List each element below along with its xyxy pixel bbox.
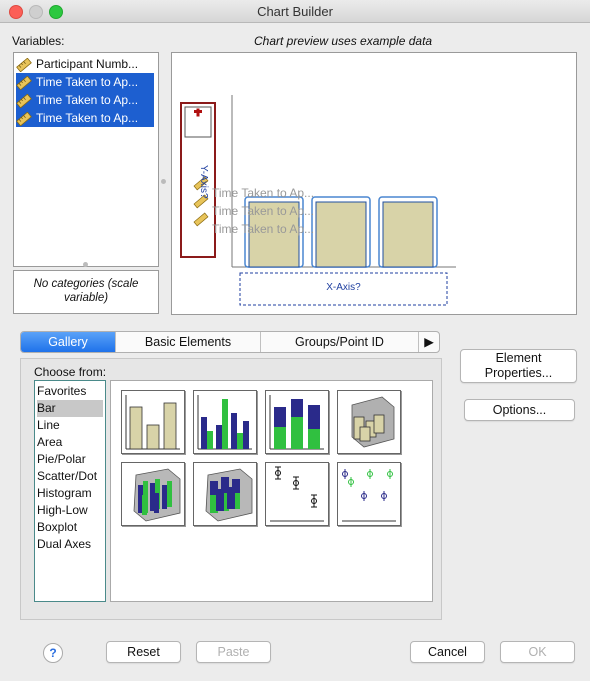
chart-type-item[interactable]: Favorites [37, 383, 103, 400]
paste-button[interactable]: Paste [196, 641, 271, 663]
tab-groups-point-id[interactable]: Groups/Point ID [261, 332, 419, 352]
preview-header: Chart preview uses example data [254, 34, 433, 48]
chart-type-item[interactable]: High-Low [37, 502, 103, 519]
splitter-handle-vertical[interactable] [161, 179, 166, 184]
preview-bar [311, 196, 371, 268]
cancel-button[interactable]: Cancel [410, 641, 485, 663]
variable-item[interactable]: Time Taken to Ap... [16, 91, 154, 109]
simple-bar-icon[interactable] [121, 390, 185, 454]
reset-button[interactable]: Reset [106, 641, 181, 663]
help-button[interactable]: ? [43, 643, 63, 663]
variables-list[interactable]: Participant Numb... Time Taken to Ap... … [13, 52, 159, 267]
ruler-icon [16, 111, 32, 127]
clustered-error-bar-icon[interactable] [337, 462, 401, 526]
ruler-icon [16, 75, 32, 91]
chart-type-list[interactable]: Favorites Bar Line Area Pie/Polar Scatte… [34, 380, 106, 602]
chart-type-item[interactable]: Scatter/Dot [37, 468, 103, 485]
variable-item[interactable]: Time Taken to Ap... [16, 73, 154, 91]
clustered-bar-icon[interactable] [193, 390, 257, 454]
x-axis-label: X-Axis? [326, 282, 361, 293]
chart-type-item[interactable]: Area [37, 434, 103, 451]
dropped-var-label: Time Taken to Ap... [212, 204, 315, 218]
splitter-handle[interactable] [83, 262, 88, 267]
element-properties-button[interactable]: Element Properties... [460, 349, 577, 383]
chart-type-item[interactable]: Dual Axes [37, 536, 103, 553]
variables-label: Variables: [12, 34, 65, 48]
stacked-bar-icon[interactable] [265, 390, 329, 454]
window-title: Chart Builder [257, 4, 333, 19]
3d-bar-icon[interactable] [337, 390, 401, 454]
no-categories-box: No categories (scale variable) [13, 270, 159, 314]
variable-item[interactable]: Time Taken to Ap... [16, 109, 154, 127]
ruler-icon [193, 212, 209, 227]
chart-preview-svg [180, 95, 456, 306]
variable-item[interactable]: Participant Numb... [16, 55, 154, 73]
3d-clustered-bar-icon[interactable] [121, 462, 185, 526]
options-button[interactable]: Options... [464, 399, 575, 421]
tab-gallery[interactable]: Gallery [21, 332, 116, 352]
3d-stacked-bar-icon[interactable] [193, 462, 257, 526]
chart-type-item[interactable]: Line [37, 417, 103, 434]
ruler-icon [16, 57, 32, 73]
ruler-icon [16, 93, 32, 109]
dropped-var-label: Time Taken to Ap... [212, 222, 315, 236]
chart-type-item[interactable]: Bar [37, 400, 103, 417]
preview-bar [378, 196, 438, 268]
chart-type-item[interactable]: Histogram [37, 485, 103, 502]
tabs-overflow-arrow-icon[interactable]: ▶ [419, 332, 439, 352]
tab-basic-elements[interactable]: Basic Elements [116, 332, 261, 352]
dropped-var-label: Time Taken to Ap... [212, 186, 315, 200]
ok-button[interactable]: OK [500, 641, 575, 663]
gallery-thumbnails [110, 380, 433, 602]
choose-from-label: Choose from: [34, 365, 107, 379]
y-axis-label: Y-Axis? [198, 165, 209, 199]
chart-preview-canvas[interactable] [171, 52, 577, 315]
chart-type-item[interactable]: Boxplot [37, 519, 103, 536]
chart-type-item[interactable]: Pie/Polar [37, 451, 103, 468]
tab-bar: Gallery Basic Elements Groups/Point ID ▶ [20, 331, 440, 353]
error-bar-icon[interactable] [265, 462, 329, 526]
